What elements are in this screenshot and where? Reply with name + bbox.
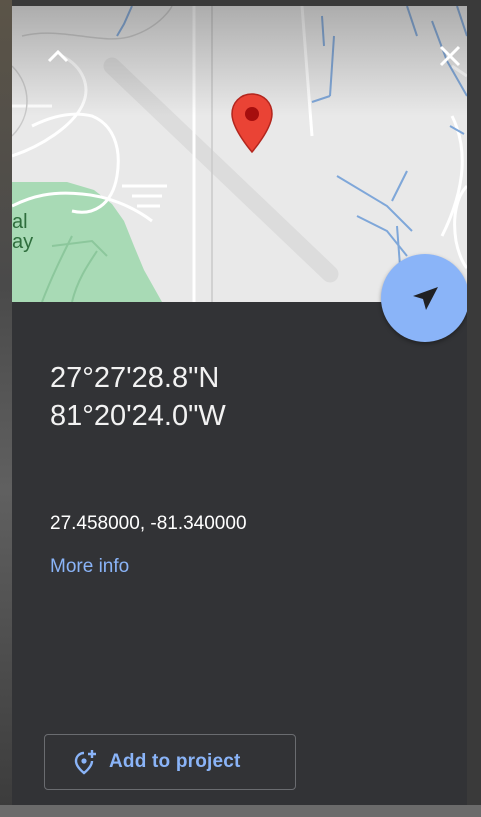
place-info-panel: al ay 27°27'28.8"N 81°20'24.0"W 27.45800… (12, 6, 467, 805)
directions-button[interactable] (381, 254, 467, 342)
add-to-project-label: Add to project (109, 751, 241, 772)
map-area-label-1: al (12, 211, 28, 233)
dms-coordinates: 27°27'28.8"N 81°20'24.0"W (50, 359, 226, 435)
background-edge (0, 0, 12, 817)
decimal-coordinates: 27.458000, -81.340000 (50, 513, 247, 534)
more-info-link[interactable]: More info (50, 555, 129, 579)
latitude-dms: 27°27'28.8"N (50, 362, 220, 394)
map-area-label-2: ay (12, 231, 34, 253)
add-location-icon (73, 749, 97, 775)
longitude-dms: 81°20'24.0"W (50, 400, 226, 432)
map-graphics (12, 6, 467, 302)
chevron-up-icon[interactable] (38, 36, 78, 76)
map-preview[interactable]: al ay (12, 6, 467, 302)
add-to-project-button[interactable]: Add to project (44, 734, 296, 790)
background-edge-bottom (0, 805, 481, 817)
directions-arrow-icon (413, 287, 438, 310)
close-icon[interactable] (430, 36, 467, 76)
